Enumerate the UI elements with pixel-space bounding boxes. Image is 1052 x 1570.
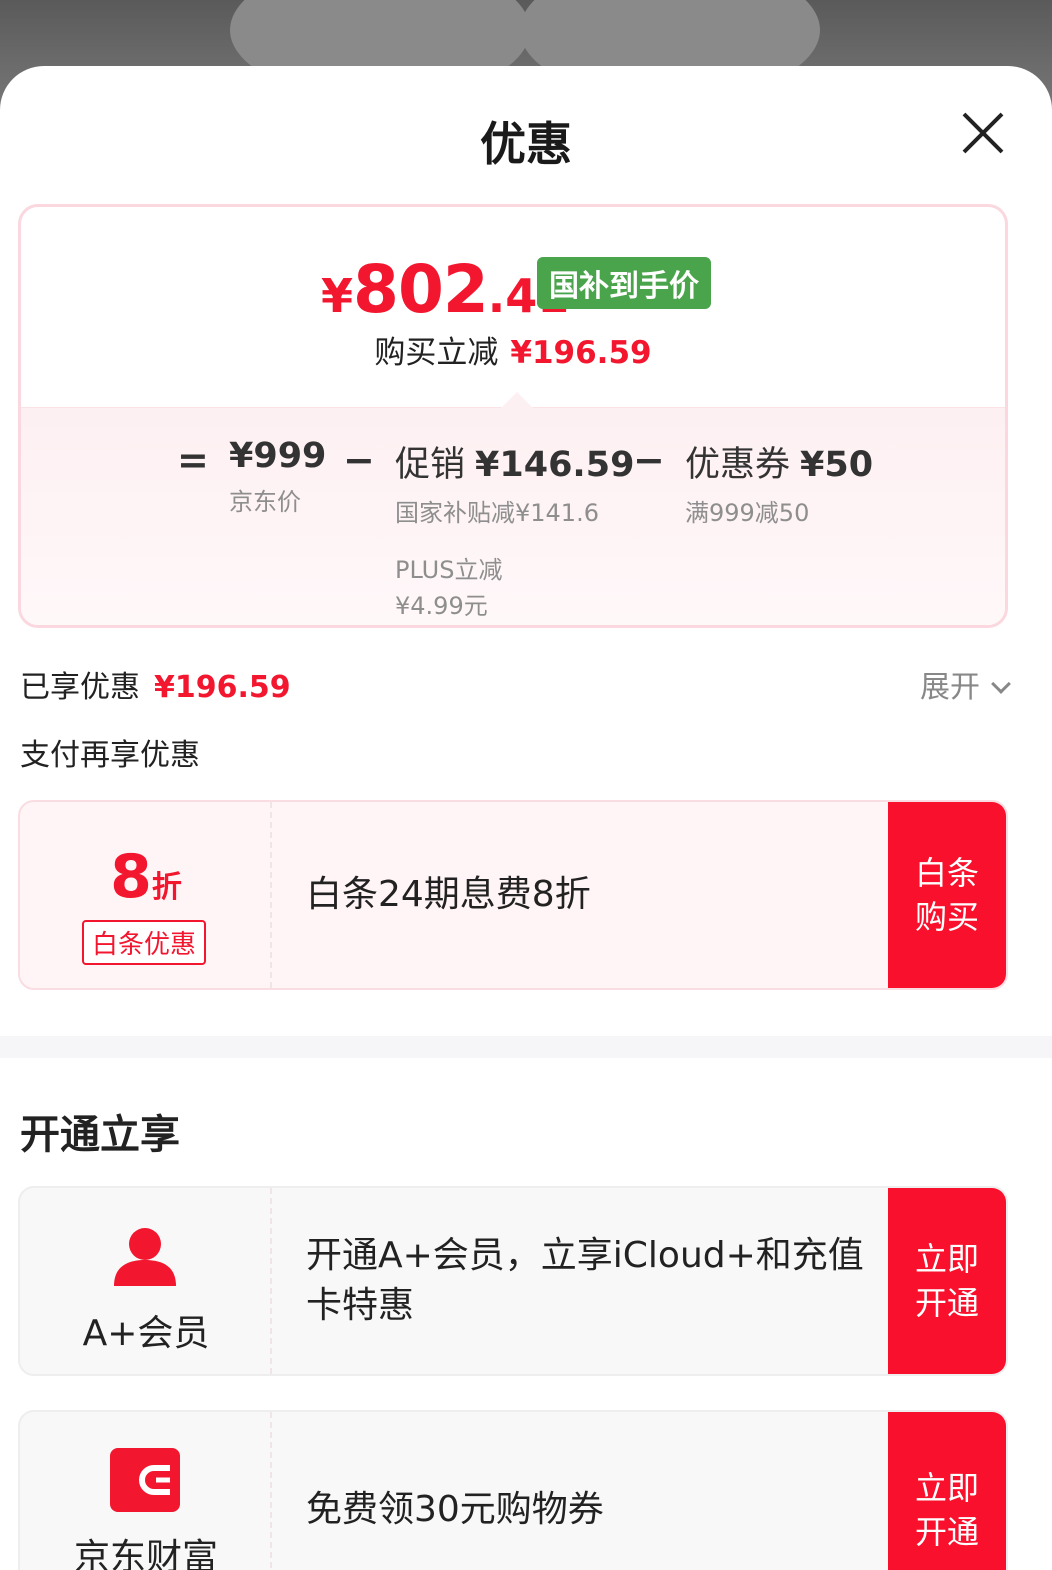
aplus-description: 开通A+会员，立享iCloud+和充值卡特惠	[306, 1235, 864, 1326]
minus-sign: −	[633, 438, 665, 482]
baitiao-description: 白条24期息费8折	[306, 874, 591, 915]
button-line: 开通	[914, 1513, 979, 1551]
minus-sign: −	[343, 438, 375, 482]
jdwealth-open-button[interactable]: 立即 开通	[888, 1412, 1006, 1570]
aplus-label: A+会员	[82, 1313, 210, 1354]
section-divider	[0, 1036, 1052, 1058]
button-line: 开通	[914, 1284, 979, 1322]
button-line: 立即	[914, 1469, 979, 1507]
instant-reduction-label: 购买立减	[374, 335, 499, 371]
button-line: 白条	[914, 854, 979, 892]
button-line: 购买	[914, 898, 979, 936]
breakdown-notch	[501, 392, 533, 408]
instant-reduction: 购买立减 ¥196.59	[21, 327, 1005, 372]
promo-plus-label: PLUS立减	[395, 556, 503, 584]
coupon-condition: 满999减50	[685, 499, 810, 527]
enjoyed-discount-label: 已享优惠	[20, 670, 140, 705]
expand-button[interactable]: 展开	[920, 662, 1011, 706]
aplus-brand-area: A+会员	[20, 1188, 272, 1374]
baitiao-tag: 白条优惠	[82, 920, 207, 965]
pay-more-heading: 支付再享优惠	[20, 738, 200, 773]
equals-sign: =	[177, 438, 209, 482]
discount-number: 8	[110, 842, 152, 912]
coupon-label: 优惠券	[685, 445, 791, 485]
chevron-down-icon	[991, 674, 1011, 694]
baitiao-offer-card: 8折 白条优惠 白条24期息费8折 白条购买	[18, 800, 1008, 990]
jdwealth-label: 京东财富	[73, 1537, 218, 1570]
wallet-icon	[110, 1448, 180, 1512]
user-icon	[114, 1228, 176, 1286]
price-breakdown: = ¥999 京东价 − 促销 ¥146.59 国家补贴减¥141.6 PLUS立…	[21, 392, 1005, 625]
promo-subsidy-detail: 国家补贴减¥141.6	[395, 499, 599, 527]
button-line: 立即	[914, 1240, 979, 1278]
promo-column: 促销 ¥146.59 国家补贴减¥141.6 PLUS立减 ¥4.99元	[395, 436, 634, 624]
expand-label: 展开	[920, 670, 980, 705]
final-price-area: ¥ 802 .41 国补到手价 购买立减 ¥196.59	[21, 207, 1005, 407]
enjoyed-discount: 已享优惠 ¥196.59	[20, 662, 291, 706]
promo-label: 促销	[395, 445, 466, 485]
coupon-column: 优惠券 ¥50 满999减50	[685, 436, 873, 528]
final-price: ¥ 802 .41	[321, 251, 569, 328]
promo-plus-amount: ¥4.99元	[395, 592, 488, 620]
aplus-open-button[interactable]: 立即 开通	[888, 1188, 1006, 1374]
promo-heading: 促销 ¥146.59	[395, 436, 634, 487]
coupon-heading: 优惠券 ¥50	[685, 436, 873, 487]
discount-sheet: 优惠 ¥ 802 .41 国补到手价 购买立减 ¥196.59 = ¥999 京东…	[0, 66, 1052, 1570]
coupon-value: ¥50	[800, 445, 874, 485]
open-section-title: 开通立享	[20, 1112, 180, 1158]
currency-symbol: ¥	[321, 269, 354, 323]
jd-price-column: ¥999 京东价	[229, 436, 326, 517]
price-summary-card: ¥ 802 .41 国补到手价 购买立减 ¥196.59 = ¥999 京东价 −…	[18, 204, 1008, 628]
baitiao-buy-button[interactable]: 白条 购买	[888, 802, 1006, 988]
promo-value: ¥146.59	[475, 445, 635, 485]
instant-reduction-amount: ¥196.59	[510, 335, 652, 371]
final-price-integer: 802	[353, 251, 489, 328]
jd-price-label: 京东价	[229, 488, 301, 516]
baitiao-discount-area: 8折 白条优惠	[20, 802, 272, 988]
enjoyed-discount-amount: ¥196.59	[154, 670, 291, 705]
aplus-offer-card: A+会员 开通A+会员，立享iCloud+和充值卡特惠 立即开通	[18, 1186, 1008, 1376]
baitiao-discount: 8折	[20, 842, 272, 912]
discount-unit: 折	[151, 870, 182, 905]
close-icon[interactable]	[958, 108, 1008, 158]
jd-price-value: ¥999	[229, 436, 327, 476]
sheet-title: 优惠	[480, 117, 572, 171]
jdwealth-offer-card: 京东财富 免费领30元购物券 立即开通	[18, 1410, 1008, 1570]
subsidy-price-badge: 国补到手价	[537, 257, 711, 309]
promo-plus-detail: PLUS立减 ¥4.99元	[395, 552, 634, 624]
jdwealth-description: 免费领30元购物券	[306, 1489, 604, 1530]
jdwealth-brand-area: 京东财富	[20, 1412, 272, 1570]
